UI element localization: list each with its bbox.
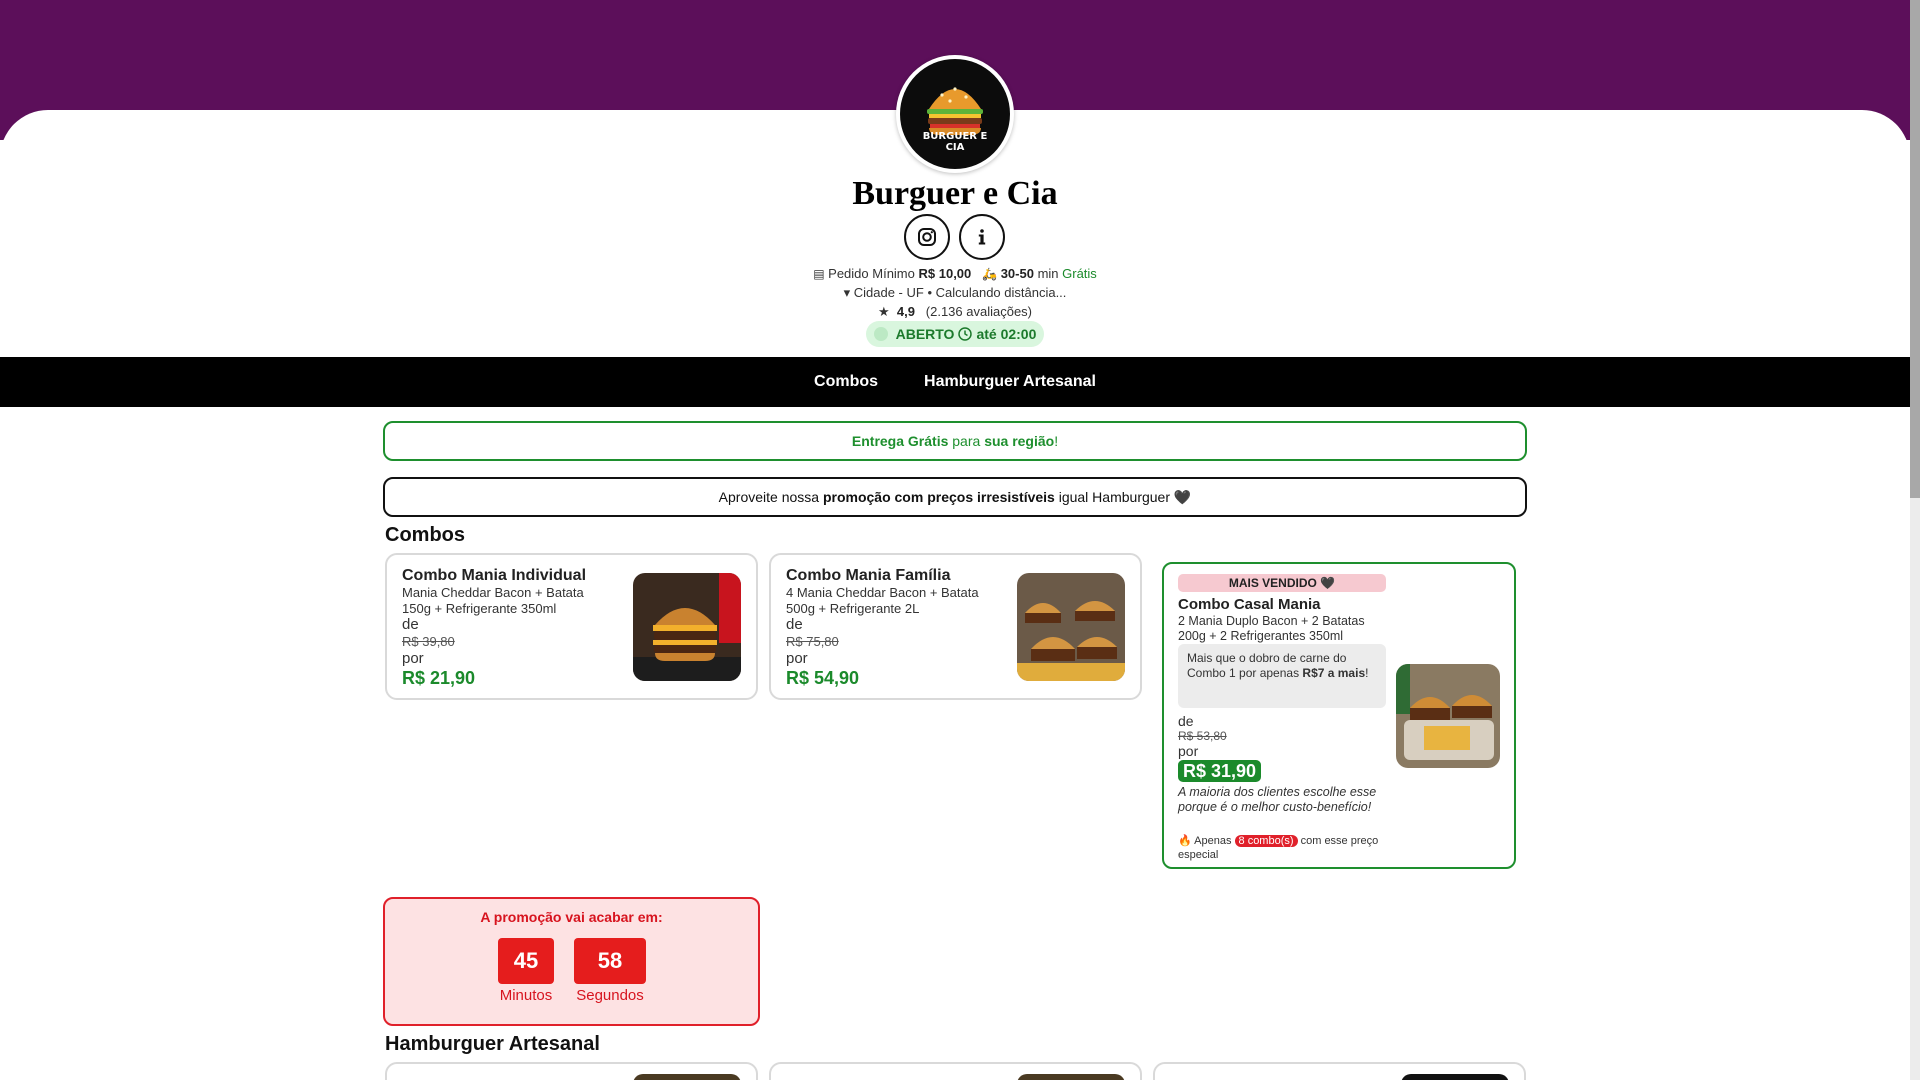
featured-product-image <box>1396 664 1500 768</box>
promo-countdown: A promoção vai acabar em: 45 Minutos 58 … <box>383 897 760 1026</box>
instagram-button[interactable] <box>904 214 950 260</box>
map-pin-icon: ▾ <box>843 285 851 300</box>
open-status: ABERTO <box>895 326 955 342</box>
logo-text-line2: CIA <box>945 142 965 153</box>
scrollbar-thumb[interactable] <box>1910 0 1920 498</box>
countdown-minutes: 45 <box>498 938 554 984</box>
logo-image: BURGUER E CIA <box>900 59 1010 169</box>
min-order-value: R$ 10,00 <box>918 266 972 281</box>
to-label: por <box>402 650 424 667</box>
stock-note: 🔥 Apenas 8 combo(s) com esse preço espec… <box>1178 834 1388 862</box>
product-image <box>1017 1074 1125 1080</box>
upsell-note-bold: R$7 a mais <box>1302 666 1366 680</box>
featured-product-card[interactable]: MAIS VENDIDO 🖤 Combo Casal Mania 2 Mania… <box>1162 562 1516 869</box>
order-info-line: ▤ Pedido Mínimo R$ 10,00 🛵 30-50 min Grá… <box>0 266 1910 281</box>
category-navbar: Combos Hamburguer Artesanal <box>0 357 1910 407</box>
product-card[interactable] <box>1153 1062 1526 1080</box>
to-label: por <box>786 650 808 667</box>
old-price: R$ 75,80 <box>786 634 839 649</box>
featured-desc-line2: 200g + 2 Refrigerantes 350ml <box>1178 629 1344 643</box>
old-price: R$ 53,80 <box>1178 729 1227 743</box>
featured-title: Combo Casal Mania <box>1178 596 1321 613</box>
stock-prefix: 🔥 Apenas <box>1178 835 1235 847</box>
featured-desc-line1: 2 Mania Duplo Bacon + 2 Batatas <box>1178 614 1365 628</box>
from-label: de <box>402 616 419 633</box>
banner-connector-text: para <box>948 433 985 449</box>
product-card[interactable]: Combo Mania Individual Mania Cheddar Bac… <box>385 553 758 700</box>
location-line: ▾ Cidade - UF • Calculando distância... <box>0 285 1910 301</box>
burger-couple-photo-icon <box>1396 664 1500 768</box>
product-card[interactable] <box>769 1062 1142 1080</box>
promo-banner: Aproveite nossa promoção com preços irre… <box>383 477 1527 517</box>
countdown-minutes-label: Minutos <box>499 987 553 1004</box>
rating-line: ★ 4,9 (2.136 avaliações) <box>0 304 1910 320</box>
promo-text-start: Aproveite nossa <box>718 488 823 505</box>
featured-price: R$ 31,90 <box>1178 760 1262 782</box>
section-title-artesanal: Hamburguer Artesanal <box>385 1033 600 1055</box>
location-text: Cidade - UF • Calculando distância... <box>853 285 1067 300</box>
best-seller-badge: MAIS VENDIDO 🖤 <box>1178 574 1386 592</box>
open-status-badge: ABERTO até 02:00 <box>866 321 1044 347</box>
product-desc-line2: 500g + Refrigerante 2L <box>786 601 920 616</box>
section-title-combos: Combos <box>385 524 465 546</box>
countdown-seconds: 58 <box>574 938 646 984</box>
product-image <box>633 573 741 681</box>
product-image <box>1401 1074 1509 1080</box>
motorcycle-icon: 🛵 <box>982 267 998 281</box>
promo-text-end: igual Hamburguer 🖤 <box>1054 488 1192 505</box>
star-icon: ★ <box>877 304 890 319</box>
product-image <box>1017 573 1125 681</box>
clock-icon <box>958 327 973 341</box>
free-delivery-banner: Entrega Grátis para sua região! <box>383 421 1527 461</box>
rating-value: 4,9 <box>896 304 915 319</box>
best-value-note: A maioria dos clientes escolhe esse porq… <box>1178 785 1377 814</box>
promo-text-bold: promoção com preços irresistíveis <box>822 488 1055 505</box>
instagram-icon <box>918 228 936 246</box>
product-desc-line1: Mania Cheddar Bacon + Batata <box>402 585 584 600</box>
to-label: por <box>1178 743 1199 759</box>
countdown-title: A promoção vai acabar em: <box>480 909 663 925</box>
featured-description: 2 Mania Duplo Bacon + 2 Batatas 200g + 2… <box>1178 614 1398 644</box>
product-card[interactable] <box>385 1062 758 1080</box>
product-price: R$ 21,90 <box>402 668 476 688</box>
burger-family-photo-icon <box>1017 573 1125 681</box>
delivery-fee: Grátis <box>1062 266 1097 281</box>
from-label: de <box>786 616 803 633</box>
upsell-note-end: ! <box>1365 666 1369 680</box>
product-desc-line1: 4 Mania Cheddar Bacon + Batata <box>786 585 979 600</box>
from-label: de <box>1178 713 1194 729</box>
product-title: Combo Mania Família <box>786 567 951 584</box>
product-description: Mania Cheddar Bacon + Batata 150g + Refr… <box>402 585 612 617</box>
old-price: R$ 39,80 <box>402 634 455 649</box>
reviews-count: (2.136 avaliações) <box>925 304 1033 319</box>
product-title: Combo Mania Individual <box>402 567 587 584</box>
delivery-time: 30-50 <box>1000 266 1034 281</box>
info-button[interactable] <box>959 214 1005 260</box>
product-card[interactable]: Combo Mania Família 4 Mania Cheddar Baco… <box>769 553 1142 700</box>
upsell-note: Mais que o dobro de carne do Combo 1 por… <box>1178 644 1386 708</box>
open-until: até 02:00 <box>976 326 1037 342</box>
region-text: sua região <box>984 433 1055 449</box>
product-image <box>633 1074 741 1080</box>
delivery-time-unit: min <box>1037 266 1059 281</box>
logo-text-line1: BURGUER E <box>922 131 988 142</box>
nav-item-hamburguer-artesanal[interactable]: Hamburguer Artesanal <box>924 373 1096 391</box>
free-delivery-text: Entrega Grátis <box>851 433 949 449</box>
money-icon: ▤ <box>813 267 825 281</box>
banner-exclamation: ! <box>1054 433 1059 449</box>
store-logo: BURGUER E CIA <box>896 55 1014 173</box>
info-icon <box>978 229 986 245</box>
burger-photo-icon <box>633 573 741 681</box>
logo-text: BURGUER E CIA <box>900 131 1010 153</box>
min-order-label: Pedido Mínimo <box>828 266 915 281</box>
nav-item-combos[interactable]: Combos <box>814 373 878 391</box>
stock-count-badge: 8 combo(s) <box>1234 835 1298 847</box>
store-name: Burguer e Cia <box>852 175 1058 212</box>
scrollbar[interactable] <box>1910 0 1920 1080</box>
countdown-seconds-label: Segundos <box>576 987 644 1004</box>
product-desc-line2: 150g + Refrigerante 350ml <box>402 601 557 616</box>
product-description: 4 Mania Cheddar Bacon + Batata 500g + Re… <box>786 585 1006 617</box>
product-price: R$ 54,90 <box>786 668 860 688</box>
status-dot-icon <box>873 327 888 341</box>
